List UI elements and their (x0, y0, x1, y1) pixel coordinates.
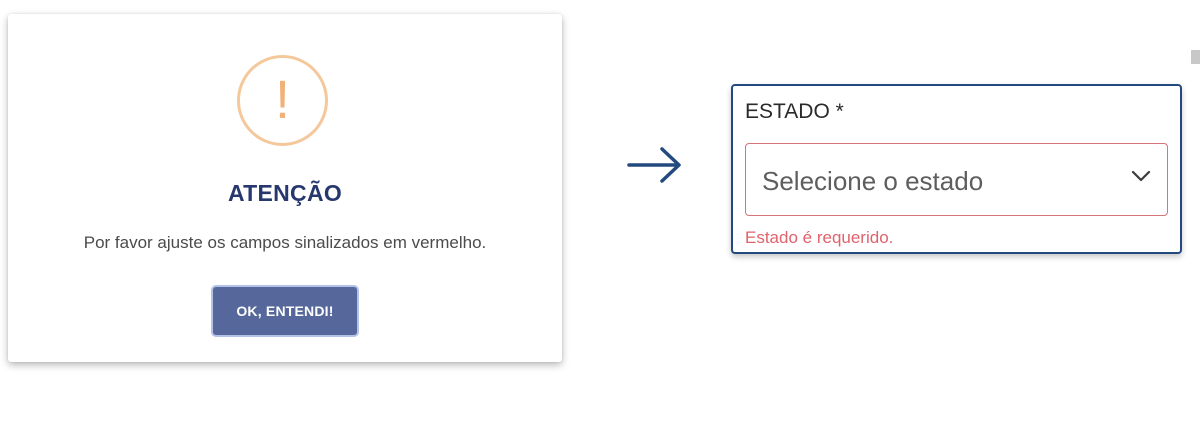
state-field-label: ESTADO * (745, 100, 844, 123)
chevron-down-icon[interactable] (1131, 170, 1151, 182)
scrollbar-thumb[interactable] (1191, 50, 1200, 64)
screenshot-stage: ! ATENÇÃO Por favor ajuste os campos sin… (0, 0, 1200, 443)
alert-dialog: ! ATENÇÃO Por favor ajuste os campos sin… (8, 14, 562, 362)
state-select-placeholder: Selecione o estado (762, 166, 984, 196)
state-field-card: ESTADO * Selecione o estado Estado é req… (731, 84, 1182, 254)
state-error-message: Estado é requerido. (745, 228, 894, 247)
exclamation-icon: ! (237, 55, 328, 146)
dialog-message: Por favor ajuste os campos sinalizados e… (83, 233, 487, 252)
state-select[interactable]: Selecione o estado (745, 143, 1168, 216)
dialog-title: ATENÇÃO (227, 180, 343, 206)
ok-button[interactable]: OK, ENTENDI! (213, 287, 357, 335)
arrow-right-icon (627, 147, 681, 183)
